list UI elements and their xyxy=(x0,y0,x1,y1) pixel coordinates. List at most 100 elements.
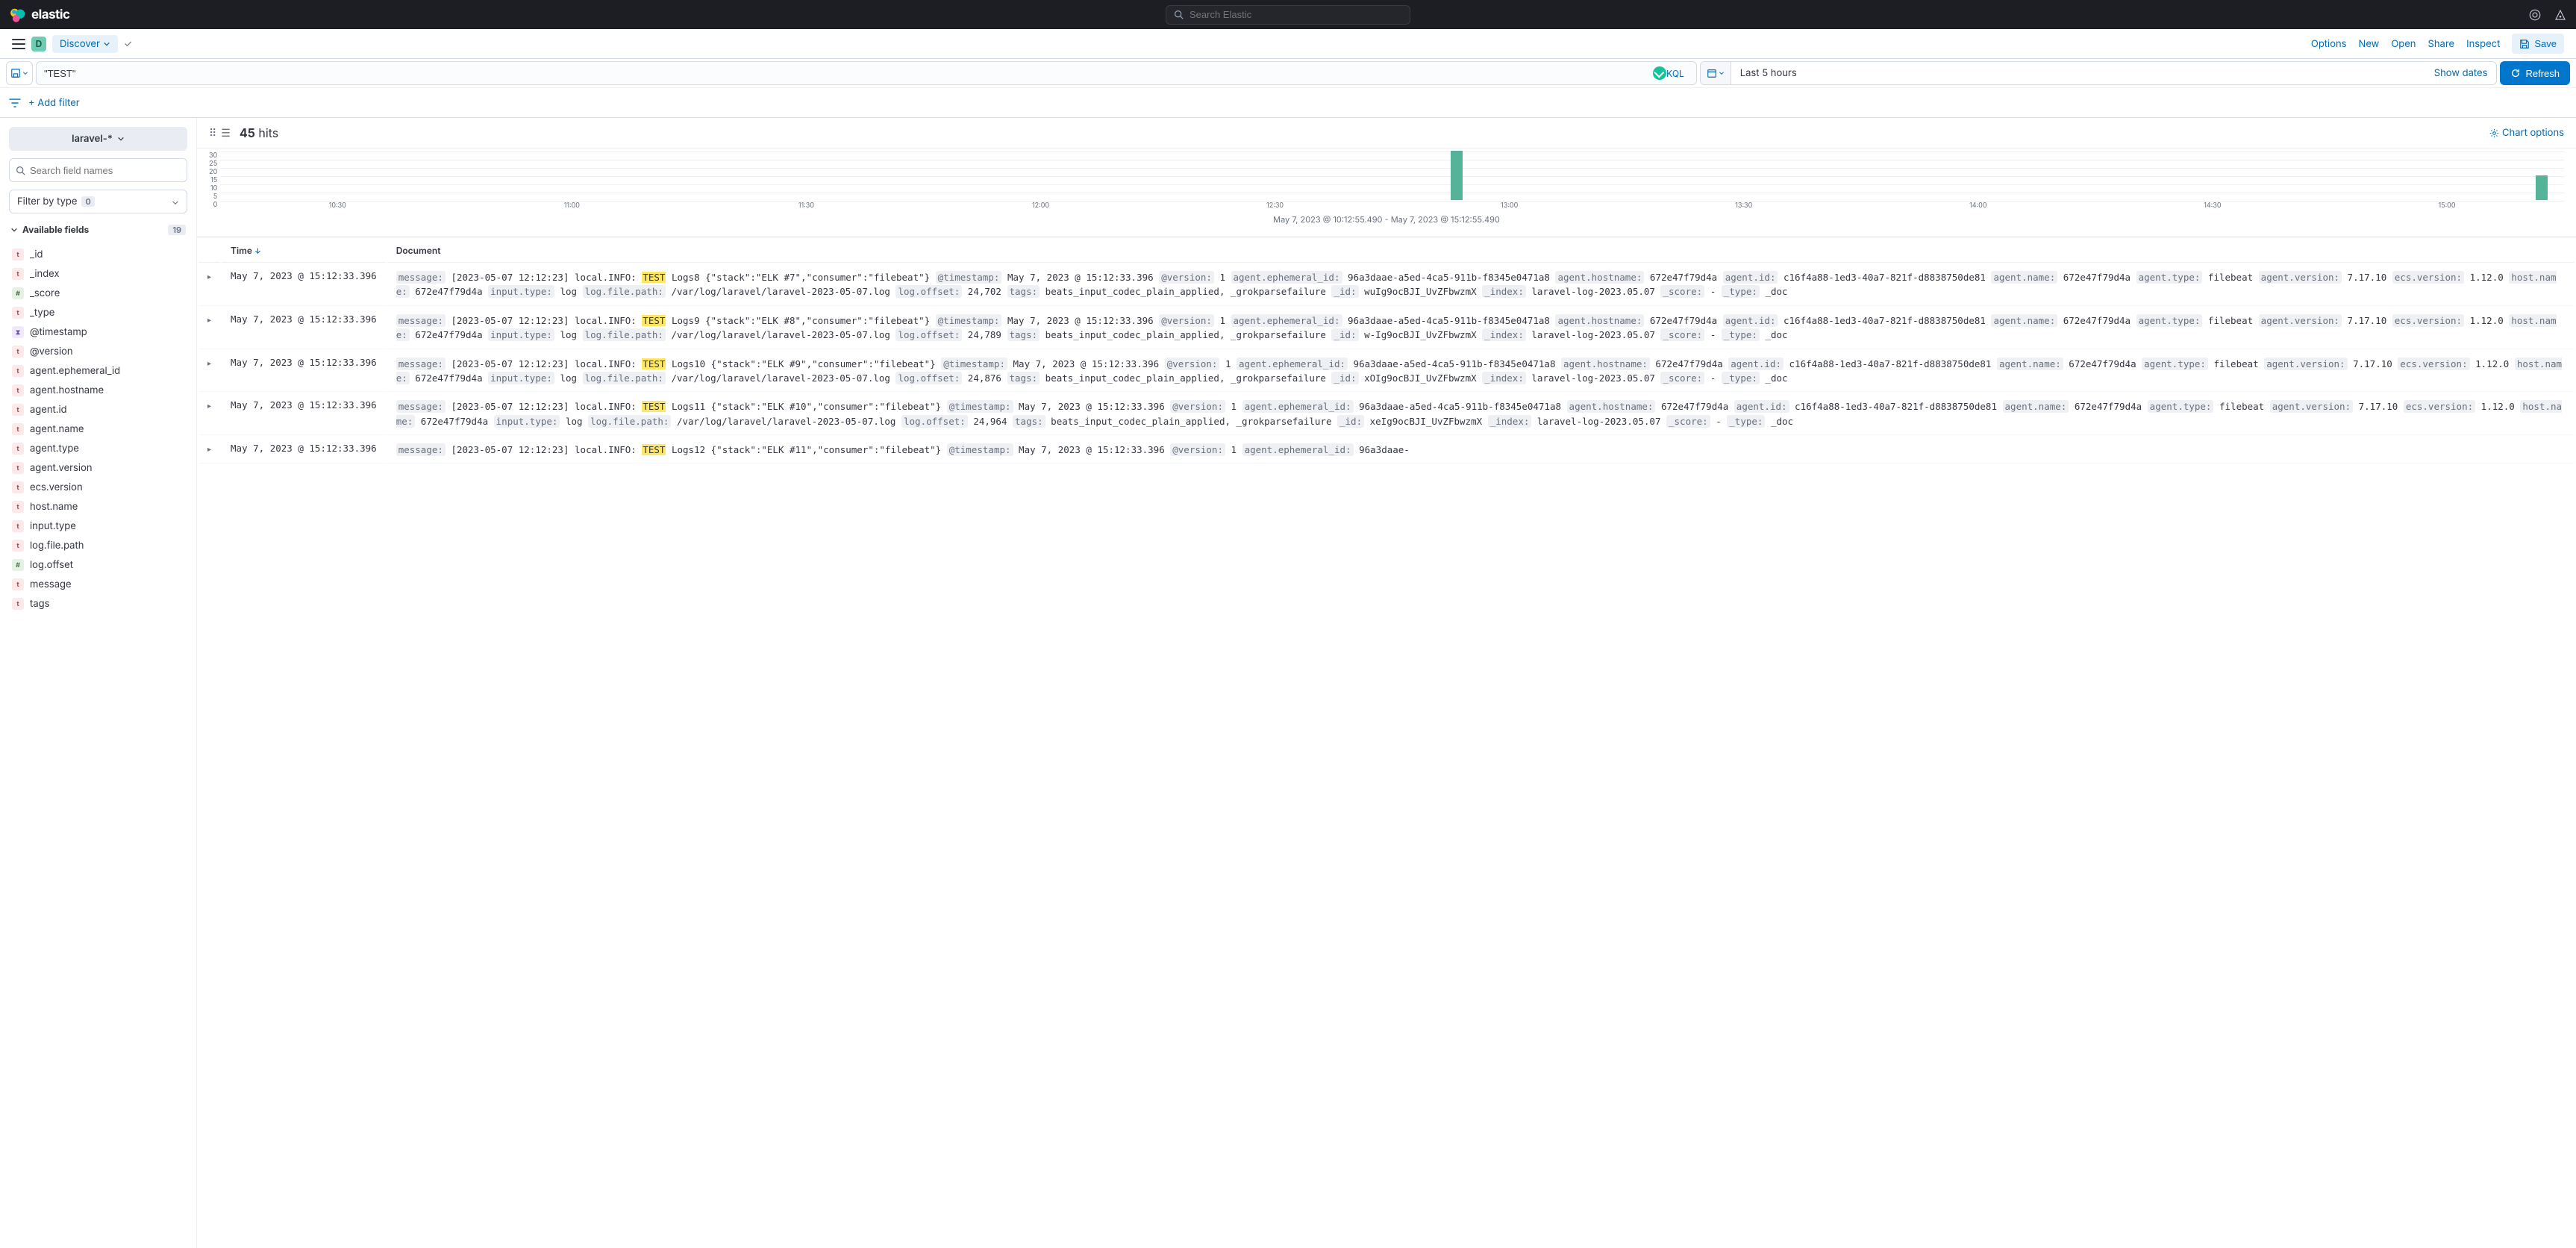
field-item[interactable]: t@version xyxy=(9,343,187,361)
document-table[interactable]: Time ↓ Document ▸ May 7, 2023 @ 15:12:33.… xyxy=(197,237,2576,1248)
histogram-bar[interactable] xyxy=(2536,175,2548,200)
nav-toggle-button[interactable] xyxy=(12,39,25,49)
field-search-input[interactable] xyxy=(30,165,181,176)
field-item[interactable]: #_score xyxy=(9,284,187,302)
expand-row-button[interactable]: ▸ xyxy=(207,272,211,281)
text-type-icon: t xyxy=(12,365,24,377)
field-item[interactable]: ttags xyxy=(9,595,187,613)
field-item[interactable]: tinput.type xyxy=(9,517,187,535)
show-dates-button[interactable]: Show dates xyxy=(2425,67,2497,79)
field-item[interactable]: #log.offset xyxy=(9,556,187,574)
new-link[interactable]: New xyxy=(2359,38,2380,50)
global-search-input[interactable] xyxy=(1189,9,1402,20)
chart-options-button[interactable]: Chart options xyxy=(2489,127,2564,139)
calendar-icon xyxy=(1707,68,1717,78)
chart-view-icon[interactable]: ⠿ xyxy=(209,127,216,140)
field-item[interactable]: tlog.file.path xyxy=(9,537,187,555)
text-type-icon: t xyxy=(12,578,24,590)
open-link[interactable]: Open xyxy=(2391,38,2416,50)
table-row: ▸May 7, 2023 @ 15:12:33.396message: [202… xyxy=(198,437,2575,464)
field-item[interactable]: t message xyxy=(9,575,187,593)
document-cell: message: [2023-05-07 12:12:23] local.INF… xyxy=(387,393,2575,435)
newsfeed-icon[interactable] xyxy=(2528,8,2542,22)
text-type-icon: t xyxy=(12,346,24,358)
field-item[interactable]: ⧗@timestamp xyxy=(9,323,187,341)
field-item[interactable]: t_index xyxy=(9,265,187,283)
global-search[interactable] xyxy=(1166,5,1410,25)
filter-bar: + Add filter xyxy=(0,88,2576,118)
saved-query-button[interactable] xyxy=(6,61,33,85)
index-pattern-selector[interactable]: laravel-* xyxy=(9,127,187,151)
plot-area[interactable]: 10:3011:0011:3012:0012:3013:0013:3014:00… xyxy=(220,152,2564,211)
field-item[interactable]: thost.name xyxy=(9,498,187,516)
field-item[interactable]: tagent.hostname xyxy=(9,381,187,399)
expand-row-button[interactable]: ▸ xyxy=(207,359,211,368)
query-input-wrap: KQL xyxy=(36,61,1697,85)
available-fields-header[interactable]: Available fields 19 xyxy=(9,221,187,238)
brand-logo[interactable]: elastic xyxy=(9,7,69,23)
list-view-icon[interactable]: ☰ xyxy=(221,127,231,140)
save-icon xyxy=(2519,39,2530,49)
text-type-icon: t xyxy=(12,520,24,532)
x-axis: 10:3011:0011:3012:0012:3013:0013:3014:00… xyxy=(220,202,2564,210)
field-item[interactable]: t_id xyxy=(9,246,187,263)
gear-icon xyxy=(2489,128,2499,138)
expand-row-button[interactable]: ▸ xyxy=(207,445,211,454)
document-col-header[interactable]: Document xyxy=(387,239,2575,263)
field-name: agent.ephemeral_id xyxy=(30,365,120,377)
histogram-bar[interactable] xyxy=(1451,151,1463,200)
field-item[interactable]: tagent.id xyxy=(9,401,187,419)
inspect-link[interactable]: Inspect xyxy=(2466,38,2500,50)
document-cell: message: [2023-05-07 12:12:23] local.INF… xyxy=(387,308,2575,349)
field-name: agent.type xyxy=(30,443,79,455)
field-list: t_idt_index#_scoret_type⧗@timestampt@ver… xyxy=(9,246,187,613)
text-type-icon: t xyxy=(12,404,24,416)
table-row: ▸ May 7, 2023 @ 15:12:33.396message: [202… xyxy=(198,393,2575,435)
query-input[interactable] xyxy=(44,68,1662,79)
field-item[interactable]: tecs.version xyxy=(9,478,187,496)
table-row: ▸May 7, 2023 @ 15:12:33.396message: [202… xyxy=(198,308,2575,349)
field-type-filter[interactable]: Filter by type 0 ⌄ xyxy=(9,190,187,213)
number-type-icon: # xyxy=(12,287,24,299)
search-icon xyxy=(1174,10,1184,19)
text-type-icon: t xyxy=(12,443,24,455)
histogram-chart[interactable]: 302520151050 10:3011:0011:3012:0012:3013… xyxy=(197,149,2576,237)
global-header: elastic xyxy=(0,0,2576,29)
time-picker: Last 5 hours Show dates xyxy=(1700,61,2498,85)
refresh-icon xyxy=(2510,68,2521,78)
field-name: message xyxy=(30,578,72,590)
query-bar: KQL Last 5 hours Show dates Refresh xyxy=(0,59,2576,88)
field-item[interactable]: t agent.ephemeral_id xyxy=(9,362,187,380)
document-cell: message: [2023-05-07 12:12:23] local.INF… xyxy=(387,264,2575,306)
text-type-icon: t xyxy=(12,384,24,396)
table-row: ▸May 7, 2023 @ 15:12:33.396message: [202… xyxy=(198,264,2575,306)
save-button[interactable]: Save xyxy=(2512,34,2564,54)
table-row: ▸May 7, 2023 @ 15:12:33.396message: [202… xyxy=(198,351,2575,393)
chevron-down-icon: ⌄ xyxy=(172,196,179,208)
fields-sidebar: laravel-* Filter by type 0 ⌄ Available f… xyxy=(0,118,197,1248)
breadcrumb-app[interactable]: Discover xyxy=(52,35,118,53)
expand-row-button[interactable]: ▸ xyxy=(207,402,211,411)
time-quick-button[interactable] xyxy=(1701,62,1731,84)
field-item[interactable]: tagent.version xyxy=(9,459,187,477)
space-avatar[interactable]: D xyxy=(31,37,46,52)
options-link[interactable]: Options xyxy=(2311,38,2347,50)
filter-settings-button[interactable] xyxy=(9,97,21,109)
field-item[interactable]: t_type xyxy=(9,304,187,322)
document-cell: message: [2023-05-07 12:12:23] local.INF… xyxy=(387,351,2575,393)
expand-row-button[interactable]: ▸ xyxy=(207,316,211,325)
date-type-icon: ⧗ xyxy=(12,326,24,338)
share-link[interactable]: Share xyxy=(2428,38,2455,50)
field-item[interactable]: t agent.type xyxy=(9,440,187,458)
time-col-header[interactable]: Time ↓ xyxy=(222,239,386,263)
time-range-label[interactable]: Last 5 hours xyxy=(1731,67,2425,79)
field-name: _id xyxy=(30,249,43,260)
timestamp-cell: May 7, 2023 @ 15:12:33.396 xyxy=(222,393,386,435)
text-type-icon: t xyxy=(12,598,24,610)
field-item[interactable]: tagent.name xyxy=(9,420,187,438)
refresh-button[interactable]: Refresh xyxy=(2500,61,2570,85)
add-filter-button[interactable]: + Add filter xyxy=(28,97,80,109)
help-icon[interactable] xyxy=(2554,8,2567,22)
text-type-icon: t xyxy=(12,540,24,552)
chevron-down-icon xyxy=(22,70,28,76)
